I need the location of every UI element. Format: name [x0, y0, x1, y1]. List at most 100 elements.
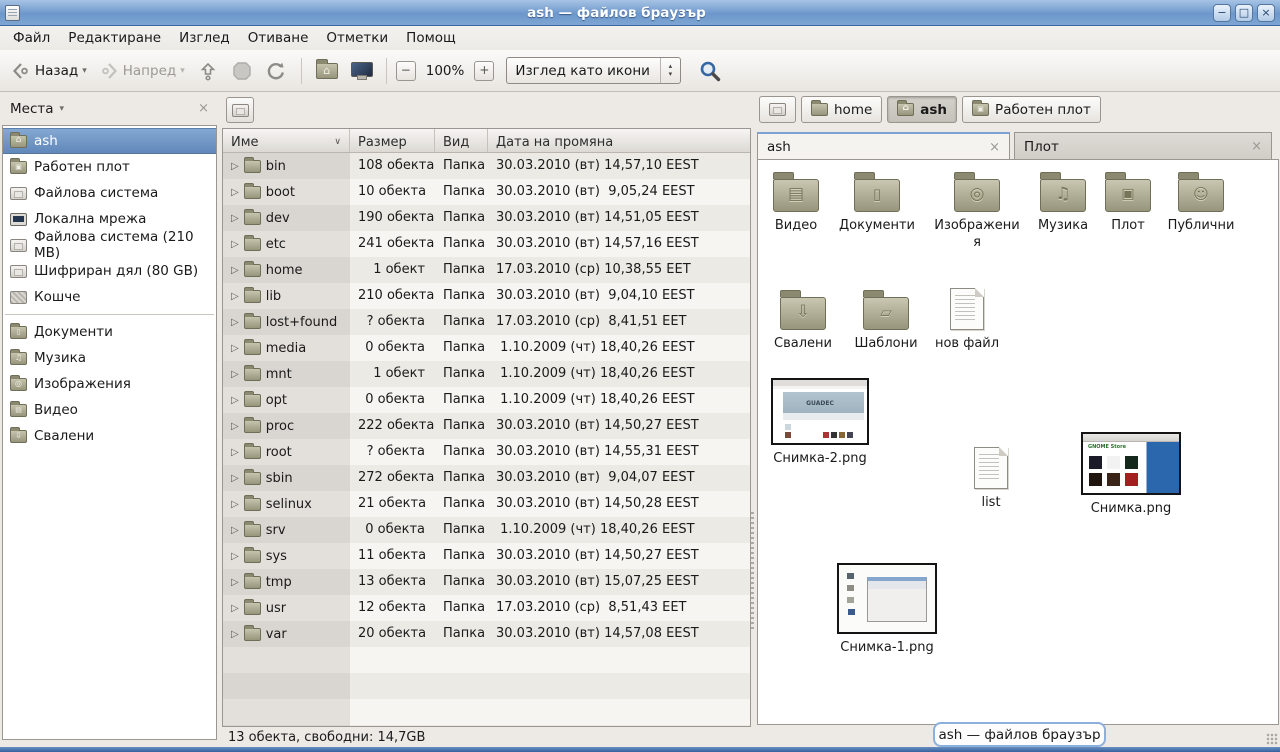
tab[interactable]: Плот ×: [1014, 132, 1272, 160]
table-row[interactable]: ▷ bin 108 обекта Папка 30.03.2010 (вт) 1…: [223, 153, 750, 179]
expander-icon[interactable]: ▷: [231, 161, 239, 172]
menu-item[interactable]: Помощ: [397, 28, 465, 48]
sidebar-bookmark-item[interactable]: Изображения: [3, 371, 216, 397]
column-header-date[interactable]: Дата на промяна: [488, 129, 750, 152]
taskbar-window-button[interactable]: ash — файлов браузър: [933, 722, 1106, 747]
table-row[interactable]: ▷ dev 190 обекта Папка 30.03.2010 (вт) 1…: [223, 205, 750, 231]
table-row[interactable]: ▷ media 0 обекта Папка 1.10.2009 (чт) 18…: [223, 335, 750, 361]
home-button[interactable]: [311, 59, 343, 83]
column-header-name[interactable]: Име ∨: [223, 129, 350, 152]
column-header-size[interactable]: Размер: [350, 129, 435, 152]
sidebar-switch-chevron-icon[interactable]: ▾: [60, 104, 65, 114]
menu-item[interactable]: Отиване: [239, 28, 318, 48]
minimize-button[interactable]: −: [1213, 4, 1231, 22]
sidebar-bookmark-item[interactable]: Документи: [3, 319, 216, 345]
sidebar-place-item[interactable]: Файлова система (210 MB): [3, 232, 216, 258]
zoom-in-button[interactable]: +: [474, 61, 494, 81]
column-header-type[interactable]: Вид: [435, 129, 488, 152]
forward-button[interactable]: Напред ▾: [94, 57, 190, 85]
sidebar-place-item[interactable]: ash: [3, 128, 216, 154]
sidebar-bookmark-item[interactable]: Видео: [3, 397, 216, 423]
sidebar-bookmark-item[interactable]: Свалени: [3, 423, 216, 449]
reload-button[interactable]: [260, 56, 292, 86]
table-row[interactable]: ▷ opt 0 обекта Папка 1.10.2009 (чт) 18,4…: [223, 387, 750, 413]
expander-icon[interactable]: ▷: [231, 317, 239, 328]
file-icon-item[interactable]: Свалени: [765, 288, 841, 353]
computer-button[interactable]: [345, 58, 377, 84]
search-button[interactable]: [693, 55, 727, 87]
table-row[interactable]: ▷ lib 210 обекта Папка 30.03.2010 (вт) 9…: [223, 283, 750, 309]
sidebar-title[interactable]: Места: [10, 101, 54, 117]
file-icon-item[interactable]: GUADEC Снимка-2.png: [768, 378, 872, 468]
table-row[interactable]: ▷ etc 241 обекта Папка 30.03.2010 (вт) 1…: [223, 231, 750, 257]
breadcrumb-button[interactable]: [759, 96, 796, 123]
expander-icon[interactable]: ▷: [231, 291, 239, 302]
expander-icon[interactable]: ▷: [231, 369, 239, 380]
view-mode-select[interactable]: Изглед като икони ▴▾: [506, 57, 681, 84]
tab-close-icon[interactable]: ×: [989, 140, 1000, 155]
expander-icon[interactable]: ▷: [231, 187, 239, 198]
expander-icon[interactable]: ▷: [231, 473, 239, 484]
table-row[interactable]: ▷ tmp 13 обекта Папка 30.03.2010 (вт) 15…: [223, 569, 750, 595]
file-icon-item[interactable]: Видео: [763, 170, 829, 235]
file-icon-item[interactable]: GNOME Store Снимка.png: [1078, 432, 1184, 518]
table-row[interactable]: ▷ root ? обекта Папка 30.03.2010 (вт) 14…: [223, 439, 750, 465]
sidebar-place-item[interactable]: Работен плот: [3, 154, 216, 180]
sidebar-place-item[interactable]: Кошче: [3, 284, 216, 310]
expander-icon[interactable]: ▷: [231, 499, 239, 510]
file-icon-item[interactable]: Изображения: [931, 170, 1023, 252]
expander-icon[interactable]: ▷: [231, 265, 239, 276]
breadcrumb-button[interactable]: home: [801, 96, 882, 123]
expander-icon[interactable]: ▷: [231, 395, 239, 406]
menu-item[interactable]: Файл: [4, 28, 59, 48]
back-history-chevron-icon[interactable]: ▾: [82, 66, 87, 76]
file-icon-item[interactable]: Плот: [1098, 170, 1158, 235]
sidebar-bookmark-item[interactable]: Музика: [3, 345, 216, 371]
tab[interactable]: ash ×: [757, 132, 1010, 160]
back-button[interactable]: Назад ▾: [6, 57, 92, 85]
file-icon-item[interactable]: нов файл: [927, 288, 1007, 353]
expander-icon[interactable]: ▷: [231, 577, 239, 588]
table-row[interactable]: ▷ home 1 обект Папка 17.03.2010 (ср) 10,…: [223, 257, 750, 283]
table-row[interactable]: ▷ sys 11 обекта Папка 30.03.2010 (вт) 14…: [223, 543, 750, 569]
sidebar-close-icon[interactable]: ×: [198, 101, 209, 116]
file-icon-item[interactable]: Снимка-1.png: [834, 563, 940, 657]
expander-icon[interactable]: ▷: [231, 213, 239, 224]
table-row[interactable]: ▷ sbin 272 обекта Папка 30.03.2010 (вт) …: [223, 465, 750, 491]
table-row[interactable]: ▷ var 20 обекта Папка 30.03.2010 (вт) 14…: [223, 621, 750, 647]
table-row[interactable]: ▷ selinux 21 обекта Папка 30.03.2010 (вт…: [223, 491, 750, 517]
expander-icon[interactable]: ▷: [231, 629, 239, 640]
file-icon-item[interactable]: Документи: [832, 170, 922, 235]
titlebar[interactable]: ash — файлов браузър − □ ×: [0, 0, 1280, 26]
stop-button[interactable]: [226, 56, 258, 86]
zoom-out-button[interactable]: −: [396, 61, 416, 81]
file-icon-item[interactable]: Публични: [1158, 170, 1244, 235]
breadcrumb-button[interactable]: Работен плот: [962, 96, 1101, 123]
menu-item[interactable]: Редактиране: [59, 28, 170, 48]
maximize-button[interactable]: □: [1235, 4, 1253, 22]
expander-icon[interactable]: ▷: [231, 525, 239, 536]
file-icon-item[interactable]: list: [959, 447, 1023, 512]
menu-item[interactable]: Изглед: [170, 28, 239, 48]
expander-icon[interactable]: ▷: [231, 447, 239, 458]
expander-icon[interactable]: ▷: [231, 343, 239, 354]
pane-splitter[interactable]: [748, 92, 757, 727]
table-row[interactable]: ▷ mnt 1 обект Папка 1.10.2009 (чт) 18,40…: [223, 361, 750, 387]
file-icon-item[interactable]: Шаблони: [846, 288, 926, 353]
table-row[interactable]: ▷ srv 0 обекта Папка 1.10.2009 (чт) 18,4…: [223, 517, 750, 543]
expander-icon[interactable]: ▷: [231, 551, 239, 562]
tab-close-icon[interactable]: ×: [1251, 139, 1262, 154]
menu-item[interactable]: Отметки: [317, 28, 397, 48]
table-row[interactable]: ▷ lost+found ? обекта Папка 17.03.2010 (…: [223, 309, 750, 335]
filesystem-root-button[interactable]: [226, 97, 254, 123]
file-icon-item[interactable]: Музика: [1026, 170, 1100, 235]
resize-grip[interactable]: [1266, 733, 1278, 745]
up-button[interactable]: [192, 56, 224, 86]
expander-icon[interactable]: ▷: [231, 603, 239, 614]
expander-icon[interactable]: ▷: [231, 239, 239, 250]
table-row[interactable]: ▷ boot 10 обекта Папка 30.03.2010 (вт) 9…: [223, 179, 750, 205]
sidebar-place-item[interactable]: Шифриран дял (80 GB): [3, 258, 216, 284]
sidebar-place-item[interactable]: Файлова система: [3, 180, 216, 206]
expander-icon[interactable]: ▷: [231, 421, 239, 432]
breadcrumb-button[interactable]: ash: [887, 96, 957, 123]
